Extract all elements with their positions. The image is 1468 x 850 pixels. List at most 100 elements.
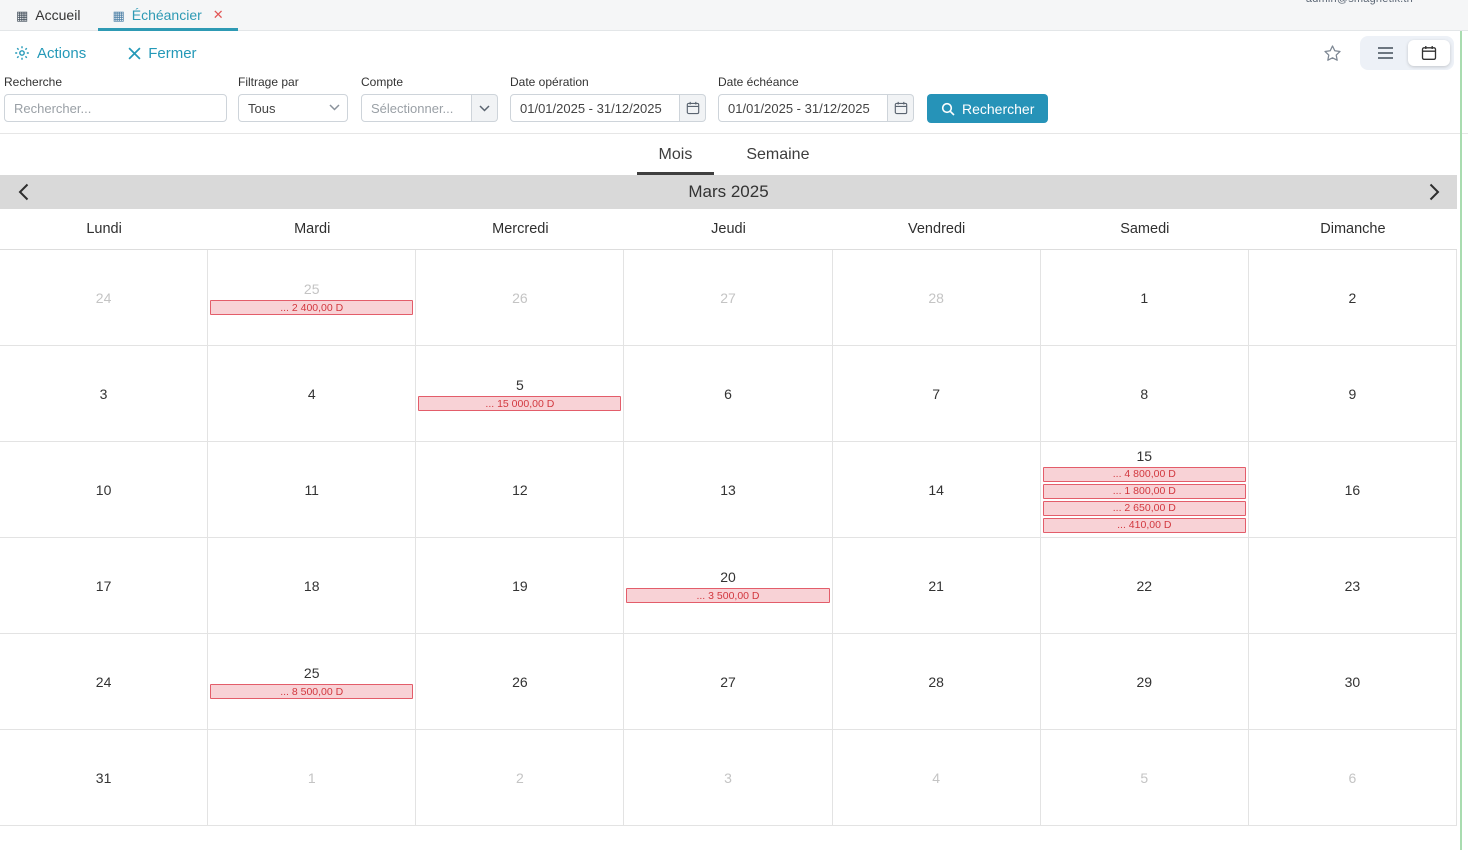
day-number: 5 bbox=[417, 375, 622, 395]
calendar-day-cell[interactable]: 1 bbox=[1041, 250, 1249, 346]
tab-echeancier[interactable]: ▦ Échéancier ✕ bbox=[96, 0, 239, 30]
calendar-day-cell[interactable]: 3 bbox=[0, 346, 208, 442]
calendar-day-cell[interactable]: 23 bbox=[1249, 538, 1457, 634]
day-number: 7 bbox=[834, 384, 1039, 404]
calendar-day-cell[interactable]: 3 bbox=[624, 730, 832, 826]
operation-date-input[interactable] bbox=[510, 94, 680, 122]
calendar-day-cell[interactable]: 27 bbox=[624, 250, 832, 346]
favorite-star-icon[interactable] bbox=[1323, 44, 1342, 63]
calendar-day-cell[interactable]: 22 bbox=[1041, 538, 1249, 634]
weekday-label: Dimanche bbox=[1249, 209, 1457, 249]
weekday-label: Samedi bbox=[1041, 209, 1249, 249]
calendar-day-cell[interactable]: 11 bbox=[208, 442, 416, 538]
calendar-day-cell[interactable]: 26 bbox=[416, 250, 624, 346]
calendar-view-button[interactable] bbox=[1408, 40, 1450, 66]
day-number: 26 bbox=[417, 288, 622, 308]
calendar-day-cell[interactable]: 6 bbox=[1249, 730, 1457, 826]
day-number: 24 bbox=[1, 672, 206, 692]
search-input[interactable] bbox=[4, 94, 227, 122]
calendar-day-cell[interactable]: 26 bbox=[416, 634, 624, 730]
calendar-day-cell[interactable]: 18 bbox=[208, 538, 416, 634]
due-date-picker-button[interactable] bbox=[888, 94, 914, 122]
day-number: 14 bbox=[834, 480, 1039, 500]
schedule-event[interactable]: ... 4 800,00 D bbox=[1043, 467, 1246, 482]
calendar-day-cell[interactable]: 25... 2 400,00 D bbox=[208, 250, 416, 346]
next-month-button[interactable] bbox=[1417, 179, 1451, 205]
calendar-panel: Mois Semaine Mars 2025 LundiMardiMercred… bbox=[0, 133, 1468, 826]
schedule-event[interactable]: ... 15 000,00 D bbox=[418, 396, 621, 411]
previous-month-button[interactable] bbox=[6, 179, 40, 205]
calendar-day-cell[interactable]: 6 bbox=[624, 346, 832, 442]
calendar-day-cell[interactable]: 14 bbox=[833, 442, 1041, 538]
actions-menu-button[interactable]: Actions bbox=[14, 45, 86, 62]
calendar-day-cell[interactable]: 5... 15 000,00 D bbox=[416, 346, 624, 442]
search-button-label: Rechercher bbox=[962, 101, 1034, 117]
close-icon bbox=[128, 47, 141, 60]
calendar-day-cell[interactable]: 28 bbox=[833, 250, 1041, 346]
day-number: 25 bbox=[209, 663, 414, 683]
day-number: 6 bbox=[1250, 768, 1455, 788]
calendar-day-cell[interactable]: 24 bbox=[0, 250, 208, 346]
search-label: Recherche bbox=[4, 75, 227, 89]
calendar-day-cell[interactable]: 29 bbox=[1041, 634, 1249, 730]
calendar-day-cell[interactable]: 2 bbox=[416, 730, 624, 826]
calendar-day-cell[interactable]: 31 bbox=[0, 730, 208, 826]
calendar-day-cell[interactable]: 10 bbox=[0, 442, 208, 538]
app-window: ▦ Accueil ▦ Échéancier ✕ admin@smagnetik… bbox=[0, 0, 1468, 850]
calendar-day-cell[interactable]: 1 bbox=[208, 730, 416, 826]
calendar-day-cell[interactable]: 27 bbox=[624, 634, 832, 730]
filter-by-select[interactable] bbox=[238, 94, 348, 122]
due-date-input[interactable] bbox=[718, 94, 888, 122]
calendar-day-cell[interactable]: 8 bbox=[1041, 346, 1249, 442]
calendar-day-cell[interactable]: 30 bbox=[1249, 634, 1457, 730]
calendar-day-cell[interactable]: 19 bbox=[416, 538, 624, 634]
list-view-button[interactable] bbox=[1364, 40, 1406, 66]
tab-accueil[interactable]: ▦ Accueil bbox=[0, 0, 96, 30]
schedule-event[interactable]: ... 8 500,00 D bbox=[210, 684, 413, 699]
list-icon bbox=[1377, 46, 1394, 60]
tab-semaine[interactable]: Semaine bbox=[724, 137, 831, 175]
calendar-day-cell[interactable]: 4 bbox=[833, 730, 1041, 826]
due-date-field: Date échéance bbox=[718, 75, 914, 122]
calendar-day-cell[interactable]: 24 bbox=[0, 634, 208, 730]
calendar-day-cell[interactable]: 5 bbox=[1041, 730, 1249, 826]
schedule-event[interactable]: ... 2 400,00 D bbox=[210, 300, 413, 315]
calendar-day-cell[interactable]: 13 bbox=[624, 442, 832, 538]
calendar-day-cell[interactable]: 15... 4 800,00 D... 1 800,00 D... 2 650,… bbox=[1041, 442, 1249, 538]
account-select[interactable] bbox=[361, 94, 472, 122]
search-submit-field: Rechercher bbox=[927, 94, 1048, 123]
calendar-day-cell[interactable]: 20... 3 500,00 D bbox=[624, 538, 832, 634]
tab-mois[interactable]: Mois bbox=[637, 137, 715, 175]
calendar-day-cell[interactable]: 12 bbox=[416, 442, 624, 538]
schedule-event[interactable]: ... 1 800,00 D bbox=[1043, 484, 1246, 499]
day-number: 20 bbox=[625, 567, 830, 587]
schedule-event[interactable]: ... 410,00 D bbox=[1043, 518, 1246, 533]
day-number: 26 bbox=[417, 672, 622, 692]
search-button[interactable]: Rechercher bbox=[927, 94, 1048, 123]
fermer-label: Fermer bbox=[148, 45, 196, 62]
calendar-day-cell[interactable]: 17 bbox=[0, 538, 208, 634]
toolbar-right-group bbox=[1323, 36, 1454, 70]
calendar-day-cell[interactable]: 7 bbox=[833, 346, 1041, 442]
calendar-day-cell[interactable]: 2 bbox=[1249, 250, 1457, 346]
tab-echeancier-label: Échéancier bbox=[132, 7, 202, 23]
weekday-label: Vendredi bbox=[833, 209, 1041, 249]
calendar-day-cell[interactable]: 28 bbox=[833, 634, 1041, 730]
calendar-day-cell[interactable]: 16 bbox=[1249, 442, 1457, 538]
day-number: 18 bbox=[209, 576, 414, 596]
close-tab-icon[interactable]: ✕ bbox=[213, 7, 224, 23]
calendar-day-cell[interactable]: 21 bbox=[833, 538, 1041, 634]
calendar-day-cell[interactable]: 25... 8 500,00 D bbox=[208, 634, 416, 730]
schedule-event[interactable]: ... 3 500,00 D bbox=[626, 588, 829, 603]
top-tab-bar: ▦ Accueil ▦ Échéancier ✕ admin@smagnetik… bbox=[0, 0, 1468, 31]
operation-date-picker-button[interactable] bbox=[680, 94, 706, 122]
account-label: Compte bbox=[361, 75, 498, 89]
day-number: 25 bbox=[209, 279, 414, 299]
schedule-event[interactable]: ... 2 650,00 D bbox=[1043, 501, 1246, 516]
weekday-label: Mardi bbox=[208, 209, 416, 249]
calendar-day-cell[interactable]: 4 bbox=[208, 346, 416, 442]
weekday-label: Jeudi bbox=[624, 209, 832, 249]
fermer-button[interactable]: Fermer bbox=[128, 45, 196, 62]
account-dropdown-button[interactable] bbox=[472, 94, 498, 122]
calendar-day-cell[interactable]: 9 bbox=[1249, 346, 1457, 442]
